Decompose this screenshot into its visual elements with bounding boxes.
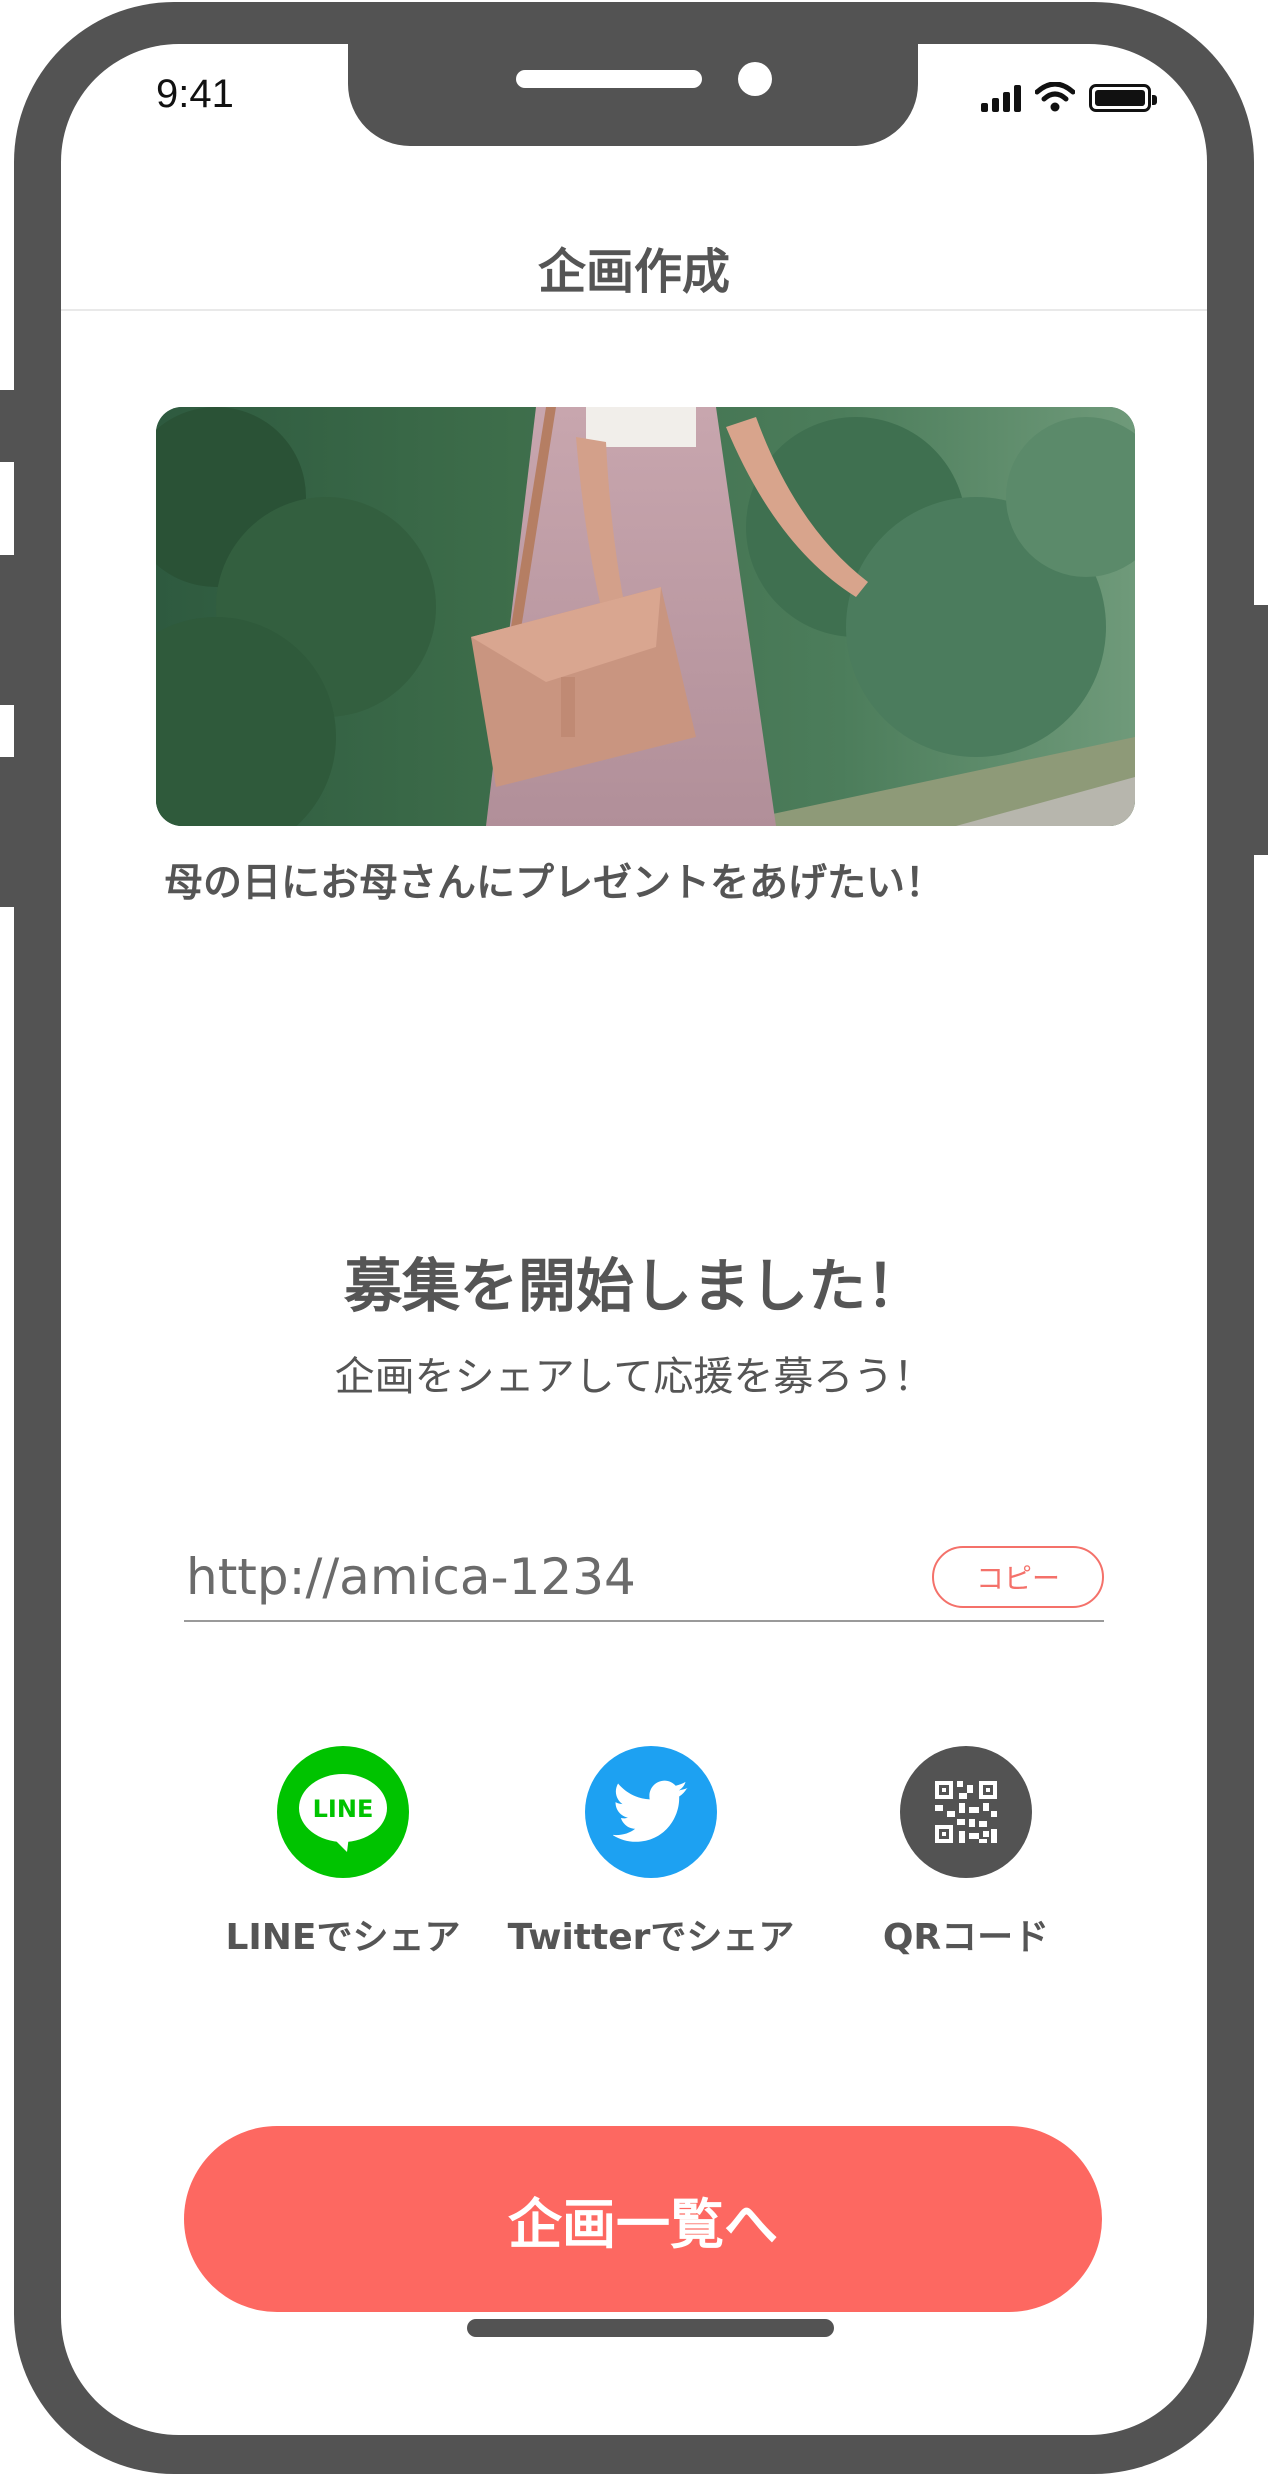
home-indicator[interactable]	[467, 2319, 834, 2337]
success-title: 募集を開始しました！	[343, 1252, 924, 1320]
share-line-label: LINEでシェア	[225, 1917, 461, 1958]
notch	[348, 44, 918, 146]
share-qr-button[interactable]: QRコード	[806, 1746, 1126, 1960]
header-divider	[61, 309, 1207, 311]
front-camera	[738, 62, 772, 96]
twitter-bird-icon[interactable]	[585, 1746, 717, 1878]
line-logo-text: LINE	[313, 1795, 374, 1823]
share-twitter-button[interactable]: Twitterでシェア	[491, 1746, 811, 1960]
success-subtitle: 企画をシェアして応援を募ろう！	[334, 1354, 934, 1400]
copy-button[interactable]: コピー	[932, 1546, 1104, 1608]
project-caption: 母の日にお母さんにプレゼントをあげたい！	[164, 861, 945, 906]
go-to-project-list-button[interactable]: 企画一覧へ	[184, 2126, 1102, 2312]
share-qr-label: QRコード	[882, 1917, 1050, 1958]
status-icons	[981, 80, 1157, 112]
share-url-text[interactable]: http://amica-1234	[186, 1548, 636, 1606]
cellular-signal-icon	[981, 84, 1021, 112]
line-icon[interactable]: LINE	[277, 1746, 409, 1878]
qr-code-icon[interactable]	[900, 1746, 1032, 1878]
phone-screen: 9:41 企画作成 母の日にお母さんにプレゼントをあげたい！ 募集を開始しました…	[61, 44, 1207, 2435]
battery-icon	[1089, 84, 1157, 112]
share-line-button[interactable]: LINE LINEでシェア	[183, 1746, 503, 1960]
project-hero-image	[156, 407, 1135, 826]
share-url-field[interactable]: http://amica-1234 コピー	[184, 1542, 1104, 1622]
share-twitter-label: Twitterでシェア	[507, 1917, 795, 1958]
status-time: 9:41	[156, 72, 234, 116]
speaker-grille	[516, 70, 702, 88]
phone-frame: 9:41 企画作成 母の日にお母さんにプレゼントをあげたい！ 募集を開始しました…	[14, 2, 1254, 2474]
page-title: 企画作成	[537, 244, 730, 300]
wifi-icon	[1035, 82, 1075, 112]
